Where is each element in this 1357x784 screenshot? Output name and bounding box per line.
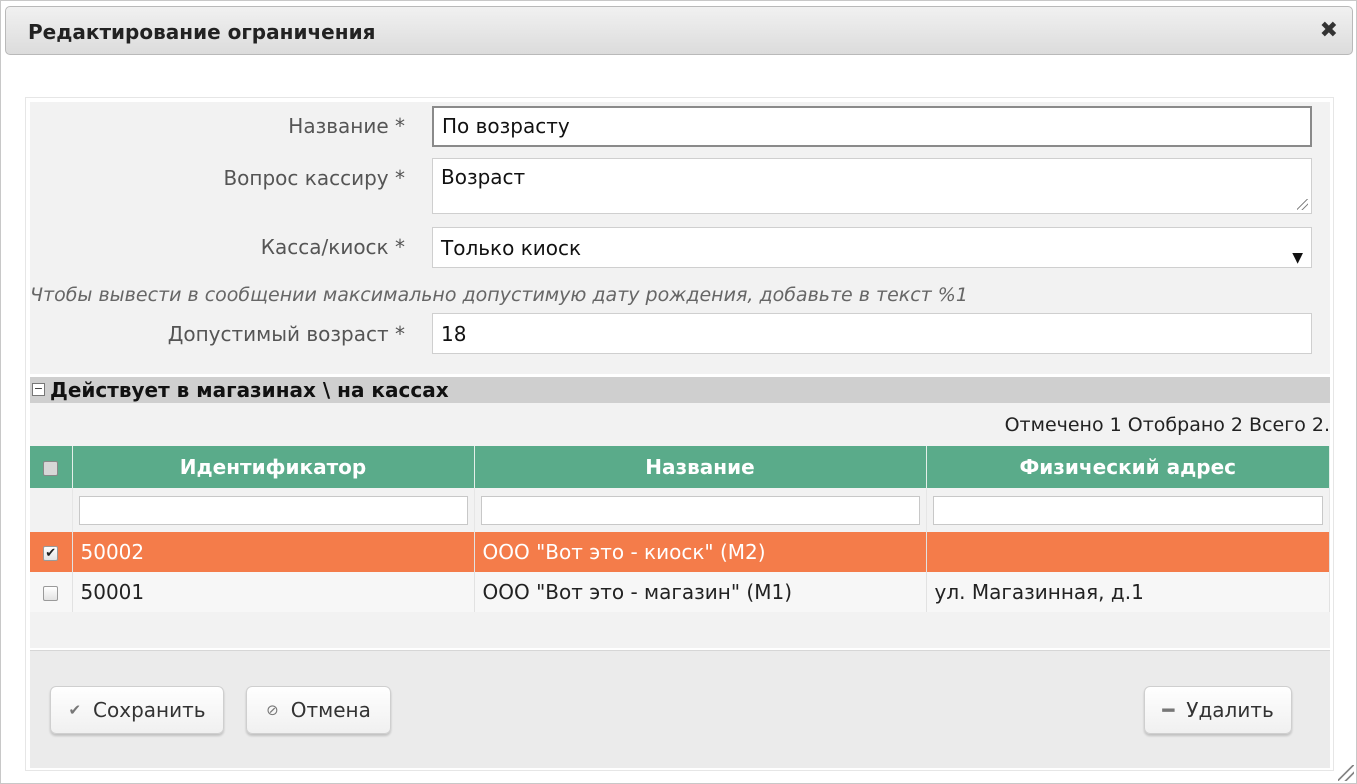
- filter-id-input[interactable]: [78, 495, 468, 525]
- row-checkbox[interactable]: ✔: [43, 546, 59, 561]
- column-header-name[interactable]: Название: [474, 446, 927, 488]
- cancel-icon: ⊘: [266, 701, 279, 719]
- filter-row: [30, 488, 1330, 532]
- select-all-checkbox[interactable]: [43, 461, 59, 476]
- save-button[interactable]: ✔ Сохранить: [50, 686, 224, 734]
- checkmark-icon: ✔: [68, 701, 82, 719]
- collapse-icon[interactable]: −: [32, 383, 45, 396]
- age-label: Допустимый возраст *: [167, 322, 405, 346]
- caret-down-icon[interactable]: ▼: [1292, 238, 1303, 279]
- cell-address: [926, 532, 1330, 572]
- resize-grip-icon[interactable]: [1297, 199, 1308, 210]
- column-header-address[interactable]: Физический адрес: [926, 446, 1330, 488]
- cancel-button-label: Отмена: [290, 698, 371, 722]
- section-title: Действует в магазинах \ на кассах: [50, 378, 449, 402]
- dialog-titlebar[interactable]: Редактирование ограничения ✖: [5, 6, 1353, 55]
- pos-select[interactable]: Только киоск ▼: [432, 227, 1312, 268]
- grid-counts: Отмечено 1 Отобрано 2 Всего 2.: [1004, 414, 1330, 436]
- question-label: Вопрос кассиру *: [223, 166, 405, 190]
- name-label: Название *: [288, 114, 405, 138]
- stores-table: Идентификатор Название Физический адрес …: [30, 446, 1330, 612]
- question-textarea[interactable]: Возраст: [432, 158, 1312, 214]
- dialog-body: Название * По возрасту Вопрос кассиру * …: [25, 97, 1334, 771]
- filter-name-input[interactable]: [480, 495, 920, 525]
- minus-icon: ━: [1162, 698, 1175, 722]
- cell-id: 50002: [72, 532, 475, 572]
- select-all-header[interactable]: [30, 446, 73, 488]
- close-icon[interactable]: ✖: [1320, 18, 1338, 43]
- pos-label: Касса/киоск *: [260, 235, 405, 259]
- cell-name: ООО "Вот это - киоск" (М2): [474, 532, 927, 572]
- stores-section-header[interactable]: − Действует в магазинах \ на кассах: [30, 377, 1330, 403]
- save-button-label: Сохранить: [93, 698, 206, 722]
- delete-button[interactable]: ━ Удалить: [1144, 686, 1292, 734]
- cell-name: ООО "Вот это - магазин" (М1): [474, 572, 927, 612]
- column-header-id[interactable]: Идентификатор: [72, 446, 475, 488]
- filter-address-input[interactable]: [932, 495, 1323, 525]
- delete-button-label: Удалить: [1186, 698, 1274, 722]
- cell-address: ул. Магазинная, д.1: [926, 572, 1330, 612]
- stores-grid-area: Отмечено 1 Отобрано 2 Всего 2. Идентифик…: [30, 403, 1330, 648]
- cell-id: 50001: [72, 572, 475, 612]
- dialog-title: Редактирование ограничения: [28, 20, 376, 44]
- table-row[interactable]: ✔ 50002 ООО "Вот это - киоск" (М2): [30, 532, 1330, 572]
- age-input[interactable]: 18: [432, 313, 1312, 354]
- date-hint: Чтобы вывести в сообщении максимально до…: [30, 284, 968, 306]
- dialog-footer: ✔ Сохранить ⊘ Отмена ━ Удалить: [30, 650, 1330, 768]
- table-row[interactable]: 50001 ООО "Вот это - магазин" (М1) ул. М…: [30, 572, 1330, 612]
- row-checkbox[interactable]: [43, 586, 59, 601]
- question-text: Возраст: [441, 165, 526, 189]
- pos-select-value: Только киоск: [441, 236, 582, 260]
- name-input[interactable]: По возрасту: [432, 106, 1312, 147]
- dialog-resize-icon[interactable]: [1338, 765, 1354, 781]
- table-header-row: Идентификатор Название Физический адрес: [30, 446, 1330, 488]
- restriction-form: Название * По возрасту Вопрос кассиру * …: [30, 102, 1330, 374]
- cancel-button[interactable]: ⊘ Отмена: [246, 686, 391, 734]
- edit-restriction-dialog: Редактирование ограничения ✖ Название * …: [0, 0, 1357, 784]
